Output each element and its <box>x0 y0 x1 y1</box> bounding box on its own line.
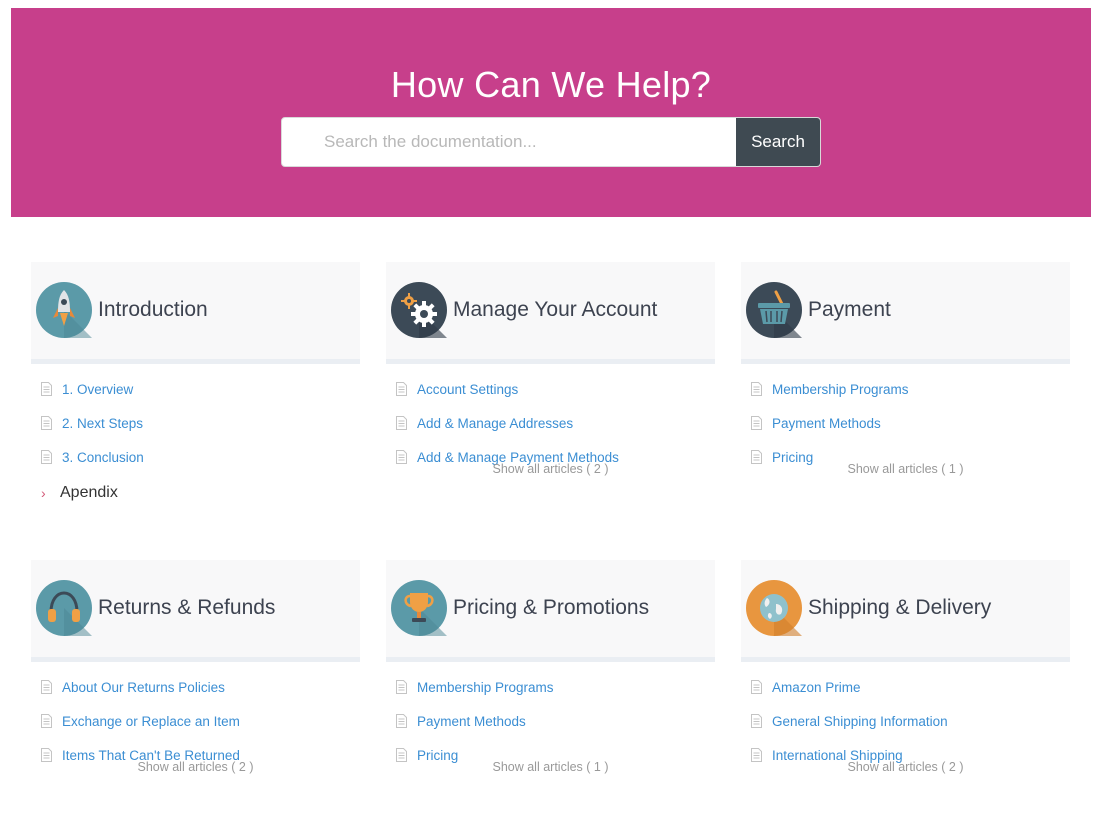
document-icon <box>396 416 407 430</box>
document-icon <box>396 680 407 694</box>
page-title: How Can We Help? <box>390 64 712 105</box>
document-icon <box>751 680 762 694</box>
article-list: Account Settings Add & Manage Addresses … <box>386 372 715 474</box>
article-list: Membership Programs Payment Methods Pric… <box>386 670 715 772</box>
article-link[interactable]: About Our Returns Policies <box>41 670 360 704</box>
article-link[interactable]: 1. Overview <box>41 372 360 406</box>
section-card-manage-account: Manage Your Account Account Settings Add… <box>386 262 715 476</box>
document-icon <box>396 748 407 762</box>
article-link[interactable]: Exchange or Replace an Item <box>41 704 360 738</box>
section-title: Shipping & Delivery <box>808 596 992 619</box>
globe-icon <box>746 580 802 636</box>
article-list: About Our Returns Policies Exchange or R… <box>31 670 360 772</box>
subsection-apendix[interactable]: › Apendix <box>31 474 360 512</box>
document-icon <box>41 382 52 396</box>
document-icon <box>751 450 762 464</box>
document-icon <box>396 714 407 728</box>
hero-banner: How Can We Help? Search <box>11 8 1091 217</box>
section-header[interactable]: Returns & Refunds <box>31 560 360 662</box>
section-card-pricing-promotions: Pricing & Promotions Membership Programs… <box>386 560 715 774</box>
document-icon <box>41 416 52 430</box>
section-title: Manage Your Account <box>453 298 658 321</box>
article-link[interactable]: 3. Conclusion <box>41 440 360 474</box>
section-card-payment: Payment Membership Programs Payment Meth… <box>741 262 1070 476</box>
section-title: Introduction <box>98 298 208 321</box>
section-header[interactable]: Manage Your Account <box>386 262 715 364</box>
document-icon <box>41 714 52 728</box>
article-list: 1. Overview 2. Next Steps 3. Conclusion <box>31 372 360 474</box>
document-icon <box>41 748 52 762</box>
article-link[interactable]: Account Settings <box>396 372 715 406</box>
search-button[interactable]: Search <box>736 118 820 166</box>
article-link[interactable]: General Shipping Information <box>751 704 1070 738</box>
article-link[interactable]: Amazon Prime <box>751 670 1070 704</box>
document-icon <box>751 748 762 762</box>
rocket-icon <box>36 282 92 338</box>
document-icon <box>396 450 407 464</box>
article-link[interactable]: Membership Programs <box>751 372 1070 406</box>
section-header[interactable]: Payment <box>741 262 1070 364</box>
article-list: Amazon Prime General Shipping Informatio… <box>741 670 1070 772</box>
section-title: Pricing & Promotions <box>453 596 650 619</box>
section-card-shipping-delivery: Shipping & Delivery Amazon Prime General… <box>741 560 1070 774</box>
basket-icon <box>746 282 802 338</box>
document-icon <box>751 416 762 430</box>
article-link[interactable]: Payment Methods <box>396 704 715 738</box>
trophy-icon <box>391 580 447 636</box>
document-icon <box>751 714 762 728</box>
document-icon <box>396 382 407 396</box>
document-icon <box>751 382 762 396</box>
article-link[interactable]: Payment Methods <box>751 406 1070 440</box>
article-link[interactable]: 2. Next Steps <box>41 406 360 440</box>
article-list: Membership Programs Payment Methods Pric… <box>741 372 1070 474</box>
headphones-icon <box>36 580 92 636</box>
article-link[interactable]: Membership Programs <box>396 670 715 704</box>
section-title: Returns & Refunds <box>98 596 276 619</box>
section-header[interactable]: Introduction <box>31 262 360 364</box>
search-box: Search <box>281 117 821 167</box>
chevron-right-icon: › <box>41 485 46 501</box>
section-card-introduction: Introduction 1. Overview 2. Next Steps 3… <box>31 262 360 512</box>
section-card-returns-refunds: Returns & Refunds About Our Returns Poli… <box>31 560 360 774</box>
section-header[interactable]: Shipping & Delivery <box>741 560 1070 662</box>
section-title: Payment <box>808 298 891 321</box>
article-link[interactable]: Add & Manage Addresses <box>396 406 715 440</box>
section-header[interactable]: Pricing & Promotions <box>386 560 715 662</box>
document-icon <box>41 680 52 694</box>
document-icon <box>41 450 52 464</box>
search-input[interactable] <box>282 118 738 166</box>
gear-icon <box>391 282 447 338</box>
